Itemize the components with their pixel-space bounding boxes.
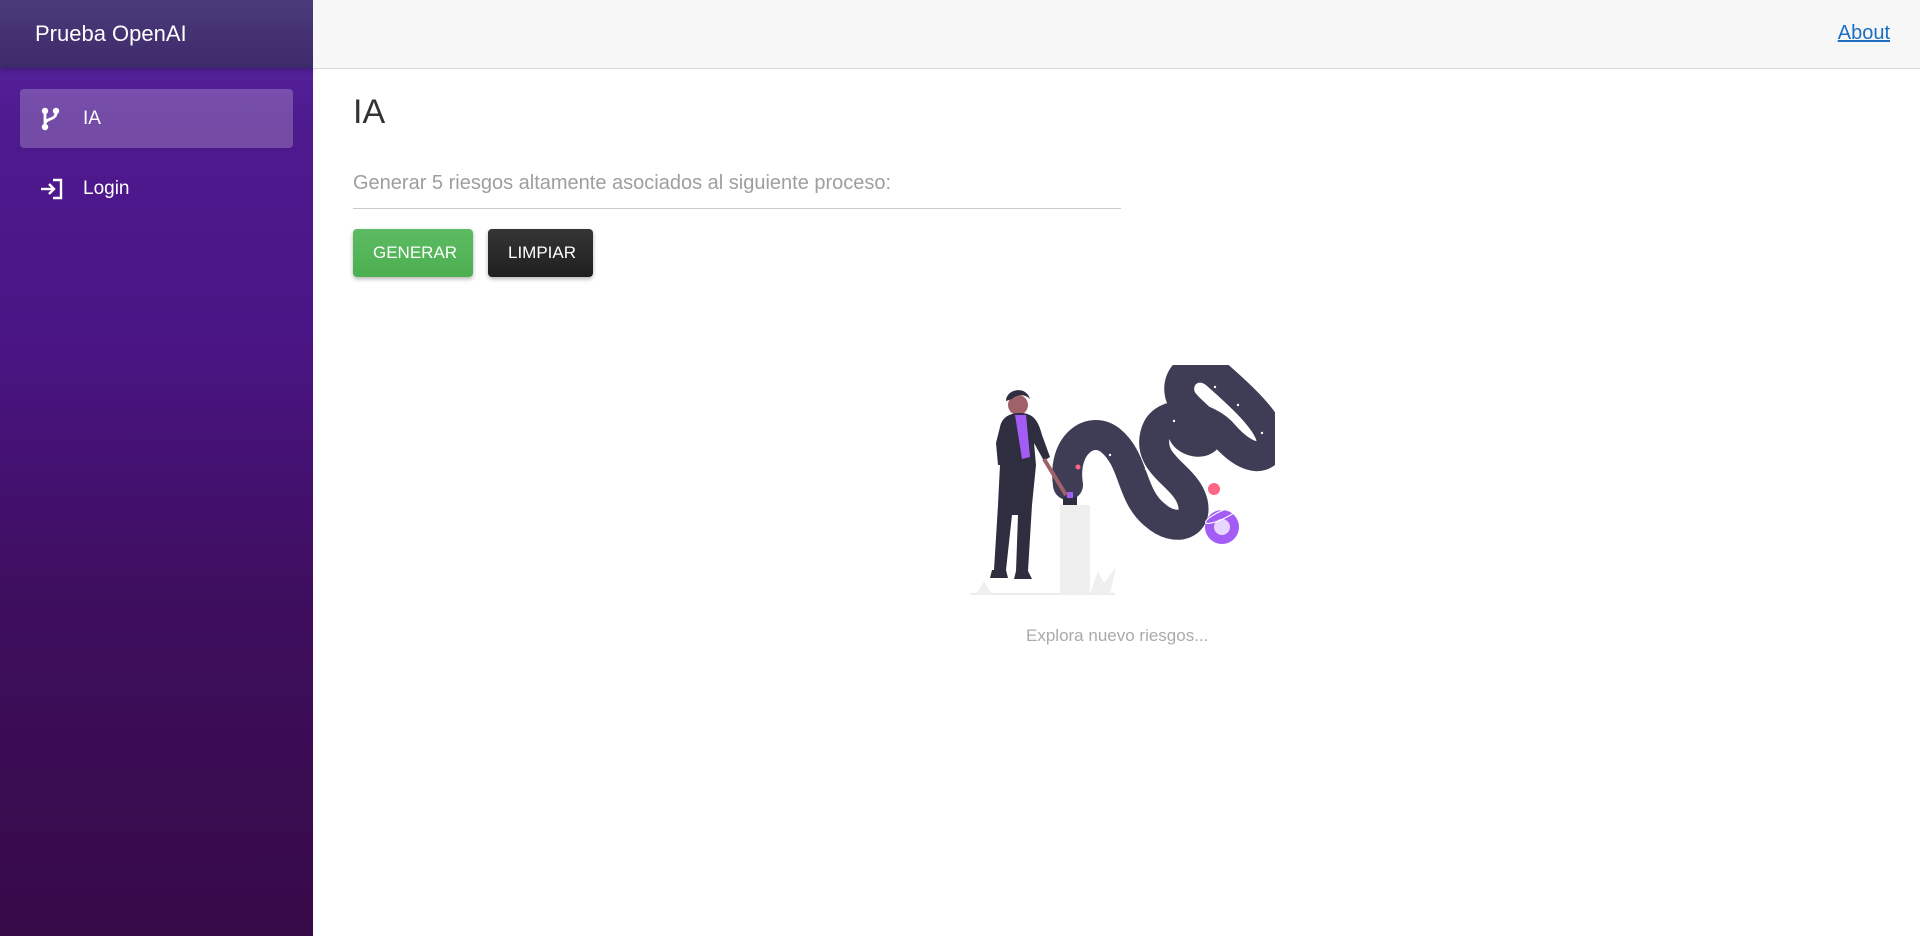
- sidebar-item-login[interactable]: Login: [20, 159, 293, 218]
- action-buttons: GENERAR LIMPIAR: [353, 229, 1883, 277]
- about-link[interactable]: About: [1838, 22, 1890, 45]
- empty-state-illustration: [970, 352, 1287, 600]
- sidebar: Prueba OpenAI IA Login: [0, 0, 313, 936]
- main-content: IA GENERAR LIMPIAR: [353, 69, 1883, 277]
- branch-icon: [37, 105, 65, 133]
- generate-button[interactable]: GENERAR: [353, 229, 473, 277]
- clear-button[interactable]: LIMPIAR: [488, 229, 593, 277]
- prompt-input[interactable]: [353, 159, 1121, 209]
- sidebar-item-ia[interactable]: IA: [20, 89, 293, 148]
- page-title: IA: [353, 93, 386, 131]
- login-icon: [37, 175, 65, 203]
- empty-state-text: Explora nuevo riesgos...: [1026, 626, 1209, 645]
- app-title[interactable]: Prueba OpenAI: [35, 21, 187, 47]
- top-bar: About: [313, 0, 1920, 69]
- sidebar-item-label: IA: [83, 107, 101, 129]
- sidebar-nav: IA Login: [0, 68, 313, 218]
- sidebar-item-label: Login: [83, 177, 130, 199]
- sidebar-header: Prueba OpenAI: [0, 0, 313, 68]
